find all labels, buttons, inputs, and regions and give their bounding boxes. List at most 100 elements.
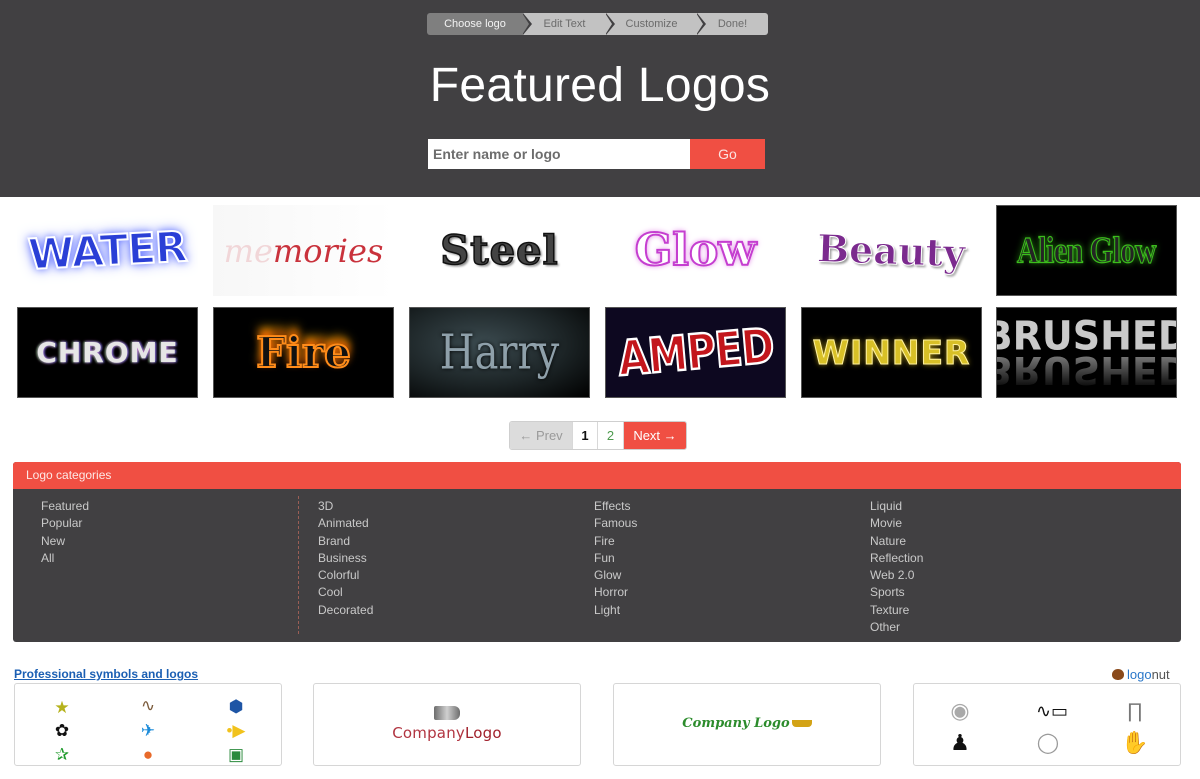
chain-circle-icon: ◯ (1036, 732, 1060, 754)
category-link[interactable]: Texture (870, 602, 923, 619)
symbols-card-2[interactable]: ◉ ∿▭ ∏ ♟ ◯ ✋ (913, 683, 1181, 766)
logo-tile-brushed[interactable]: BRUSHED BRUSHED (996, 307, 1177, 398)
company-logo-label: Company Logo (682, 716, 790, 731)
step-done[interactable]: Done! (697, 13, 768, 35)
step-label: Edit Text (543, 18, 586, 30)
category-link[interactable]: Colorful (318, 567, 373, 584)
prev-label: Prev (535, 428, 563, 443)
cards-icon: ▣ (227, 745, 245, 764)
category-column-4: Liquid Movie Nature Reflection Web 2.0 S… (870, 498, 923, 636)
acorn-icon (1112, 669, 1124, 680)
logonut-brand[interactable]: logonut (1112, 667, 1170, 682)
logo-tile-winner[interactable]: WINNER (801, 307, 982, 398)
logo-text: Alien Glow (1016, 229, 1157, 272)
logo-text-wrap: BRUSHED BRUSHED (997, 315, 1176, 392)
category-link[interactable]: Fun (594, 550, 637, 567)
step-edit-text[interactable]: Edit Text (523, 13, 615, 35)
category-link[interactable]: Brand (318, 533, 373, 550)
search-form: Go (428, 139, 765, 169)
logo-tile-glow[interactable]: Glow (605, 205, 786, 296)
category-column-2: 3D Animated Brand Business Colorful Cool… (318, 498, 373, 619)
professional-symbols-link[interactable]: Professional symbols and logos (14, 667, 198, 681)
page-2-button[interactable]: 2 (598, 422, 624, 449)
logo-tile-amped[interactable]: AMPED (605, 307, 786, 398)
logo-tile-fire[interactable]: Fire (213, 307, 394, 398)
logo-tile-memories[interactable]: memories (213, 205, 394, 296)
logo-categories-panel: Logo categories Featured Popular New All… (13, 462, 1181, 642)
step-choose-logo[interactable]: Choose logo (427, 13, 532, 35)
category-link[interactable]: Animated (318, 515, 373, 532)
company-text: Company (392, 724, 465, 742)
page-title: Featured Logos (429, 59, 771, 112)
category-link[interactable]: Famous (594, 515, 637, 532)
airplane-icon: ✈ (140, 721, 156, 740)
category-link[interactable]: Liquid (870, 498, 923, 515)
logo-text: WINNER (812, 333, 971, 373)
hiker-icon: ♟ (950, 730, 970, 755)
category-link[interactable]: All (41, 550, 89, 567)
wizard-steps: Choose logo Edit Text Customize Done! (427, 13, 768, 35)
logo-tile-harry[interactable]: Harry (409, 307, 590, 398)
category-link[interactable]: Popular (41, 515, 89, 532)
logo-text: WATER (26, 221, 189, 280)
symbol-grid: ★ ∿ ⬢ ✿ ✈ •▶ ✰ ● ▣ (15, 684, 281, 765)
categories-body: Featured Popular New All 3D Animated Bra… (13, 489, 1181, 642)
category-link[interactable]: Fire (594, 533, 637, 550)
category-link[interactable]: Featured (41, 498, 89, 515)
category-link[interactable]: Movie (870, 515, 923, 532)
logo-text-reflection: BRUSHED (997, 348, 1176, 392)
logo-tile-water[interactable]: WATER (17, 205, 198, 296)
category-link[interactable]: Sports (870, 584, 923, 601)
category-link[interactable]: Decorated (318, 602, 373, 619)
logo-text: memories (224, 232, 384, 270)
cd-icon: ◉ (950, 698, 970, 723)
symbol-grid: ◉ ∿▭ ∏ ♟ ◯ ✋ (914, 684, 1180, 765)
category-column-3: Effects Famous Fire Fun Glow Horror Ligh… (594, 498, 637, 619)
crown-icon (791, 720, 812, 727)
prev-button[interactable]: ← Prev (510, 422, 573, 449)
category-link[interactable]: Cool (318, 584, 373, 601)
arrow-right-icon: → (663, 428, 677, 443)
category-link[interactable]: Business (318, 550, 373, 567)
category-link[interactable]: Other (870, 619, 923, 636)
swoosh-icon: ∿ (140, 696, 156, 715)
category-link[interactable]: Web 2.0 (870, 567, 923, 584)
category-link[interactable]: Light (594, 602, 637, 619)
step-label: Done! (717, 18, 748, 30)
category-link[interactable]: New (41, 533, 89, 550)
category-link[interactable]: Glow (594, 567, 637, 584)
chevron-fill (522, 13, 529, 35)
category-link[interactable]: 3D (318, 498, 373, 515)
dancer-icon: ✰ (54, 745, 70, 764)
category-link[interactable]: Reflection (870, 550, 923, 567)
pillar-gate-icon: ∏ (1126, 700, 1144, 722)
pagination: ← Prev 1 2 Next → (509, 421, 687, 450)
symbols-card-1[interactable]: ★ ∿ ⬢ ✿ ✈ •▶ ✰ ● ▣ (14, 683, 282, 766)
logo-tile-chrome[interactable]: CHROME (17, 307, 198, 398)
logo-text: AMPED (614, 317, 776, 388)
category-link[interactable]: Horror (594, 584, 637, 601)
step-label: Choose logo (444, 18, 506, 30)
next-label: Next (633, 428, 661, 443)
play-button-icon: •▶ (226, 721, 246, 740)
logo-tile-alien-glow[interactable]: Alien Glow (996, 205, 1177, 296)
brand-part1: logo (1127, 667, 1152, 682)
go-button[interactable]: Go (690, 139, 765, 169)
computer-mouse-icon: ∿▭ (1035, 701, 1069, 721)
company-logo-card-2[interactable]: Company Logo (613, 683, 881, 766)
brand-text: logonut (1127, 667, 1170, 682)
next-button[interactable]: Next → (624, 422, 686, 449)
panda-icon: ✿ (54, 721, 70, 740)
category-link[interactable]: Nature (870, 533, 923, 550)
company-logo-card-1[interactable]: CompanyLogo (313, 683, 581, 766)
search-input[interactable] (428, 139, 690, 169)
logo-tile-beauty[interactable]: Beauty (801, 205, 982, 296)
category-link[interactable]: Effects (594, 498, 637, 515)
page-1-button[interactable]: 1 (573, 422, 598, 449)
step-customize[interactable]: Customize (606, 13, 706, 35)
colorful-ball-icon: ● (142, 745, 154, 764)
logo-text: CHROME (36, 336, 179, 369)
logo-tile-steel[interactable]: Steel (409, 205, 590, 296)
logo-text: Beauty (816, 225, 967, 276)
categories-heading: Logo categories (13, 462, 1181, 489)
